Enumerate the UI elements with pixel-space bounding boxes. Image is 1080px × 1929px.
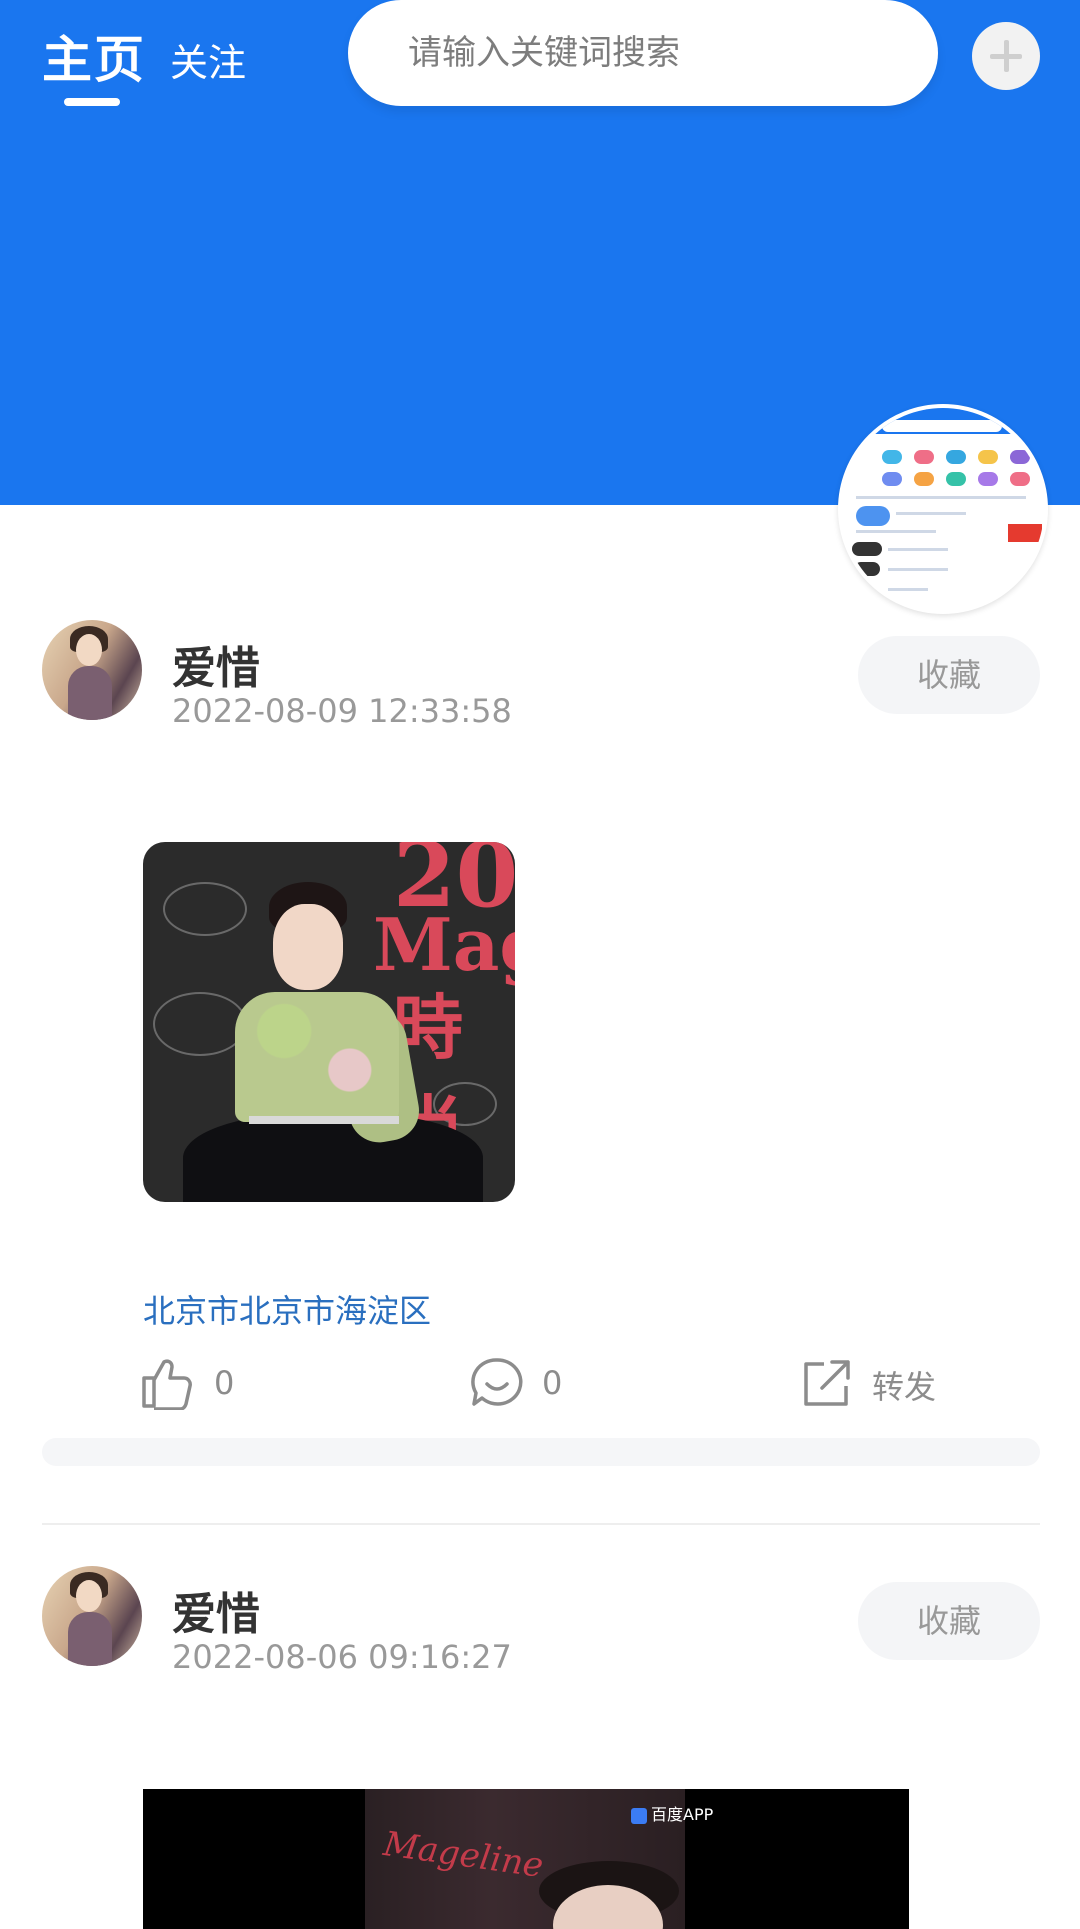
floating-preview-window[interactable] xyxy=(838,404,1048,614)
post-time: 2022-08-06 09:16:27 xyxy=(172,1638,512,1676)
avatar[interactable] xyxy=(42,620,142,720)
post-username[interactable]: 爱惜 xyxy=(172,1578,260,1642)
post-image[interactable]: 20 Mag 時尚 xyxy=(143,842,515,1202)
favorite-button[interactable]: 收藏 xyxy=(858,1582,1040,1660)
search-bar[interactable] xyxy=(348,0,938,106)
post-username[interactable]: 爱惜 xyxy=(172,632,260,696)
share-button[interactable]: 转发 xyxy=(872,1362,936,1408)
tab-home-indicator xyxy=(64,98,120,106)
thumbs-up-icon[interactable] xyxy=(140,1356,194,1410)
tab-follow[interactable]: 关注 xyxy=(170,32,246,87)
share-icon[interactable] xyxy=(800,1356,854,1410)
favorite-button[interactable]: 收藏 xyxy=(858,636,1040,714)
baidu-app-badge: 百度APP xyxy=(631,1801,713,1825)
comment-icon[interactable] xyxy=(470,1356,524,1410)
post-video[interactable]: Mageline 百度APP xyxy=(143,1789,909,1929)
search-input[interactable] xyxy=(406,24,910,82)
avatar[interactable] xyxy=(42,1566,142,1666)
post-location[interactable]: 北京市北京市海淀区 xyxy=(143,1286,431,1332)
post-time: 2022-08-09 12:33:58 xyxy=(172,692,512,730)
separator-line xyxy=(42,1523,1040,1525)
comment-count: 0 xyxy=(542,1364,563,1402)
plus-icon[interactable] xyxy=(972,22,1040,90)
tab-home[interactable]: 主页 xyxy=(42,20,146,92)
post-divider xyxy=(42,1438,1040,1466)
like-count: 0 xyxy=(214,1364,235,1402)
